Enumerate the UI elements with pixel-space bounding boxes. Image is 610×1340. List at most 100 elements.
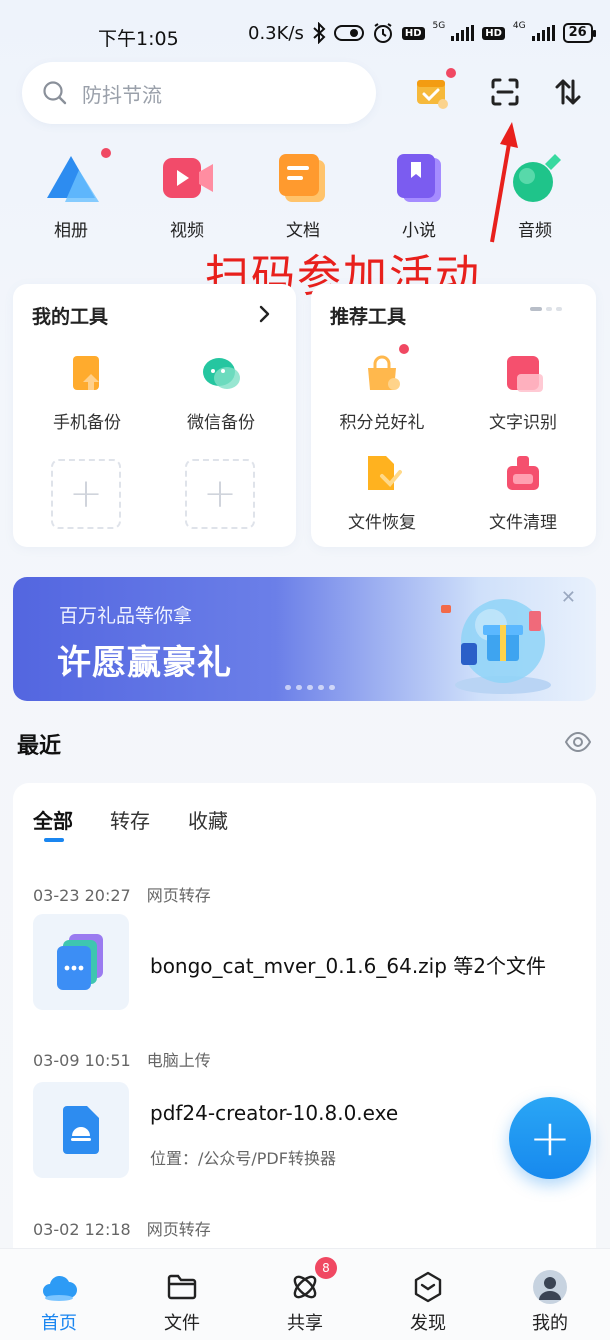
category-novel[interactable]: 小说 (379, 150, 459, 241)
status-bar: 下午1:05 0.3K/s HD 5G HD 4G 26 (0, 0, 610, 70)
calendar-checkin-icon (417, 80, 448, 109)
audio-icon (507, 150, 563, 206)
banner-close-button[interactable]: ✕ (561, 587, 576, 608)
tool-wechat-backup[interactable]: 微信备份 (151, 354, 291, 433)
gift-globe-illustration (441, 599, 551, 694)
search-icon (43, 81, 67, 105)
recent-item-meta: 03-23 20:27 网页转存 (33, 882, 211, 906)
banner-subtitle: 百万礼品等你拿 (59, 605, 193, 627)
recent-item-meta: 03-09 10:51 电脑上传 (33, 1047, 211, 1071)
nav-share[interactable]: 8 共享 (260, 1257, 350, 1335)
banner-title: 许愿赢豪礼 (57, 643, 232, 683)
recent-item-name[interactable]: pdf24-creator-10.8.0.exe (150, 1101, 398, 1125)
nav-me[interactable]: 我的 (505, 1269, 595, 1335)
battery-icon: 26 (562, 23, 596, 43)
recent-item-source: 网页转存 (146, 1220, 211, 1239)
recent-item-time: 03-02 12:18 (33, 1220, 131, 1239)
nav-home[interactable]: 首页 (14, 1269, 104, 1335)
tool-ocr[interactable]: 文字识别 (453, 354, 593, 433)
recent-item-source: 电脑上传 (146, 1051, 211, 1070)
add-fab-button[interactable]: + (509, 1097, 591, 1179)
category-album[interactable]: 相册 (31, 148, 111, 241)
tool-label: 文件恢复 (348, 513, 416, 533)
recent-item-source: 网页转存 (146, 886, 211, 905)
checkin-red-dot (446, 68, 456, 78)
discover-cube-icon (410, 1269, 446, 1305)
signal-icon-2 (531, 25, 555, 41)
nav-label: 首页 (41, 1313, 77, 1334)
novel-icon (391, 150, 447, 206)
category-label: 视频 (170, 221, 204, 241)
album-red-dot (101, 148, 111, 158)
nav-label: 我的 (532, 1313, 568, 1334)
recent-item-time: 03-23 20:27 (33, 886, 131, 905)
status-icons: 0.3K/s HD 5G HD 4G 26 (248, 20, 596, 44)
tool-file-clean[interactable]: 文件清理 (453, 454, 593, 533)
category-label: 小说 (402, 221, 436, 241)
nav-label: 文件 (164, 1313, 200, 1334)
add-tool-slot[interactable]: + (51, 459, 121, 529)
exe-file-icon (63, 1106, 99, 1154)
avatar (532, 1269, 568, 1305)
add-tool-slot-2[interactable]: + (185, 459, 255, 529)
my-tools-title: 我的工具 (32, 306, 109, 328)
category-document[interactable]: 文档 (263, 150, 343, 241)
search-placeholder: 防抖节流 (82, 82, 162, 107)
recent-title: 最近 (17, 734, 62, 759)
alarm-icon (373, 23, 392, 43)
file-group-thumb[interactable] (33, 914, 129, 1010)
scan-button[interactable] (487, 74, 523, 110)
tool-label: 手机备份 (53, 413, 121, 433)
tab-transfer[interactable]: 转存 (110, 805, 150, 834)
tab-active-indicator (44, 838, 64, 842)
sim1-tag: 5G (432, 20, 446, 31)
sim2-tag: 4G (512, 20, 526, 31)
promo-banner[interactable]: 百万礼品等你拿 许愿赢豪礼 ✕ (13, 577, 596, 701)
search-bar[interactable]: 防抖节流 (22, 62, 376, 124)
recent-item-location: 位置：/公众号/PDF转换器 (150, 1149, 336, 1168)
tool-points-gift[interactable]: 积分兑好礼 (312, 344, 452, 433)
home-cloud-icon (41, 1269, 77, 1305)
recent-item-name[interactable]: bongo_cat_mver_0.1.6_64.zip 等2个文件 (150, 950, 546, 979)
toggle-icon (333, 25, 364, 41)
nav-label: 发现 (410, 1313, 446, 1334)
share-atom-icon: 8 (287, 1257, 337, 1305)
tool-label: 积分兑好礼 (339, 413, 425, 433)
bottom-nav: 首页 文件 8 共享 发现 我的 (0, 1248, 610, 1340)
video-icon (159, 150, 215, 206)
tab-favorites[interactable]: 收藏 (188, 805, 228, 834)
eye-icon[interactable] (565, 730, 591, 754)
phone-backup-icon (67, 354, 107, 394)
nav-discover[interactable]: 发现 (383, 1269, 473, 1335)
banner-page-dots (285, 685, 335, 690)
transfer-arrows-icon (555, 79, 581, 105)
category-label: 文档 (286, 221, 320, 241)
signal-icon (451, 25, 475, 41)
tool-phone-backup[interactable]: 手机备份 (17, 354, 157, 433)
file-stack-icon (57, 934, 103, 990)
tool-file-restore[interactable]: 文件恢复 (312, 454, 452, 533)
checkin-button[interactable] (414, 68, 456, 110)
net-speed: 0.3K/s (248, 22, 304, 44)
tool-label: 文件清理 (489, 513, 557, 533)
chevron-right-icon[interactable] (258, 305, 272, 323)
nav-label: 共享 (287, 1313, 323, 1334)
category-video[interactable]: 视频 (147, 150, 227, 241)
recent-item-meta: 03-02 12:18 网页转存 (33, 1216, 211, 1240)
document-icon (275, 150, 331, 206)
exe-file-thumb[interactable] (33, 1082, 129, 1178)
category-audio[interactable]: 音频 (495, 150, 575, 241)
bluetooth-icon (313, 22, 326, 44)
nav-files[interactable]: 文件 (137, 1269, 227, 1335)
gift-red-dot (399, 344, 409, 354)
transfer-button[interactable] (550, 74, 586, 110)
folder-icon (164, 1269, 200, 1305)
ocr-icon (503, 354, 543, 394)
category-label: 音频 (518, 221, 552, 241)
hd-icon-2: HD (482, 26, 505, 40)
tool-label: 文字识别 (489, 413, 557, 433)
album-icon (43, 148, 111, 206)
file-restore-icon (362, 454, 402, 494)
status-time: 下午1:05 (98, 28, 179, 50)
tab-all[interactable]: 全部 (33, 805, 73, 834)
